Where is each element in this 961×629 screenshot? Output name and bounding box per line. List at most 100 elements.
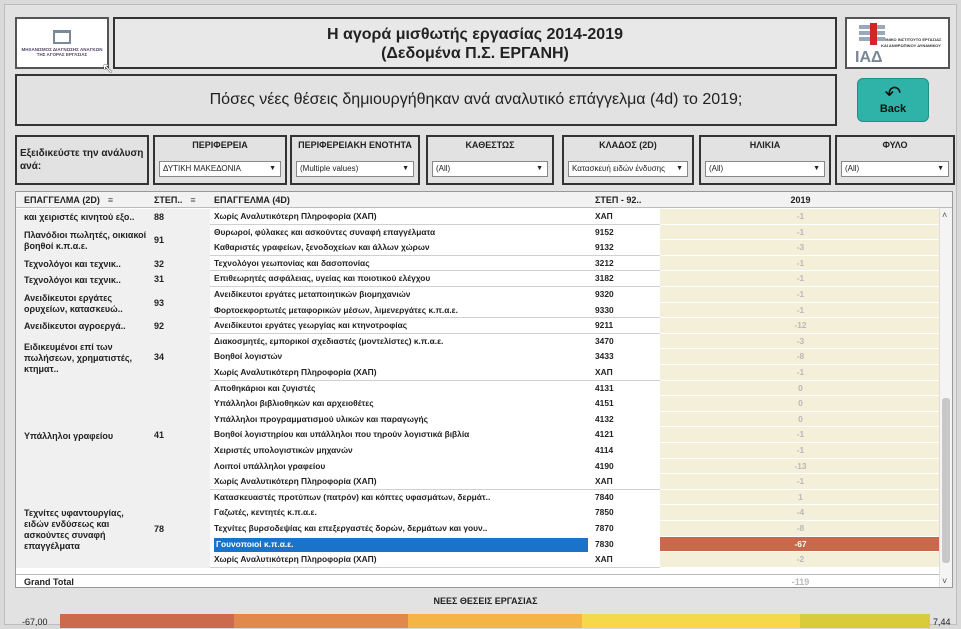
occupation-4d-cell[interactable]: Διακοσμητές, εμπορικοί σχεδιαστές (μοντε… <box>214 336 588 346</box>
filter-region-select[interactable]: ΔΥΤΙΚΗ ΜΑΚΕΔΟΝΙΑ ▼ <box>159 161 281 177</box>
occupation-4d-cell[interactable]: Αποθηκάριοι και ζυγιστές <box>214 383 588 393</box>
occupation-4d-cell[interactable]: Ανειδίκευτοι εργάτες μεταποιητικών βιομη… <box>214 289 588 299</box>
table-row[interactable]: Υπάλληλοι προγραμματισμού υλικών και παρ… <box>210 411 941 428</box>
value-2019-cell[interactable]: -1 <box>660 255 941 272</box>
occupation-2d-cell[interactable]: Υπάλληλοι γραφείου <box>16 380 152 490</box>
value-2019-cell[interactable]: -1 <box>660 442 941 459</box>
dashboard-frame: ΜΗΧΑΝΙΣΜΟΣ ΔΙΑΓΝΩΣΗΣ ΑΝΑΓΚΩΝ ΤΗΣ ΑΓΟΡΑΣ … <box>4 4 957 628</box>
value-2019-cell[interactable]: -8 <box>660 349 941 365</box>
table-row[interactable]: Χωρίς Αναλυτικότερη Πληροφορία (ΧΑΠ) ΧΑΠ -… <box>210 209 941 225</box>
table-row[interactable]: Χωρίς Αναλυτικότερη Πληροφορία (ΧΑΠ) ΧΑΠ -… <box>210 364 941 381</box>
occupation-4d-cell[interactable]: Τεχνολόγοι γεωπονίας και δασοπονίας <box>214 258 588 268</box>
table-row[interactable]: Διακοσμητές, εμπορικοί σχεδιαστές (μοντε… <box>210 333 941 350</box>
occupation-4d-cell[interactable]: Υπάλληλοι βιβλιοθηκών και αρχειοθέτες <box>214 398 588 408</box>
filter-age-select[interactable]: (All) ▼ <box>705 161 825 177</box>
filter-regional-unit-select[interactable]: (Multiple values) ▼ <box>296 161 414 177</box>
occupation-4d-cell[interactable]: Θυρωροί, φύλακες και ασκούντες συναφή επ… <box>214 227 588 237</box>
col-header-step[interactable]: ΣΤΕΠ.. ≡ <box>154 195 196 205</box>
value-2019-cell[interactable]: -8 <box>660 520 941 537</box>
value-2019-cell[interactable]: -2 <box>660 552 941 568</box>
value-2019-cell[interactable]: -13 <box>660 458 941 475</box>
table-row[interactable]: Βοηθοί λογιστηρίου και υπάλληλοι που τηρ… <box>210 427 941 443</box>
title-line-1: Η αγορά μισθωτής εργασίας 2014-2019 <box>327 26 623 43</box>
table-row[interactable]: Βοηθοί λογιστών 3433 -8 <box>210 349 941 365</box>
occupation-2d-cell[interactable]: Τεχνολόγοι και τεχνικ.. <box>16 271 152 287</box>
value-2019-cell[interactable]: -1 <box>660 364 941 381</box>
occupation-4d-cell[interactable]: Χωρίς Αναλυτικότερη Πληροφορία (ΧΑΠ) <box>214 211 588 221</box>
value-2019-cell[interactable]: -1 <box>660 271 941 287</box>
value-2019-cell[interactable]: -1 <box>660 427 941 443</box>
occupation-4d-cell[interactable]: Φορτοεκφορτωτές μεταφορικών μέσων, λιμεν… <box>214 305 588 315</box>
occupation-2d-cell[interactable]: Τεχνίτες υφαντουργίας, ειδών ενδύσεως κα… <box>16 489 152 568</box>
value-2019-cell[interactable]: -1 <box>660 286 941 303</box>
occupation-2d-cell[interactable]: Τεχνολόγοι και τεχνικ.. <box>16 255 152 272</box>
table-row[interactable]: Φορτοεκφορτωτές μεταφορικών μέσων, λιμεν… <box>210 302 941 319</box>
value-2019-cell[interactable]: -12 <box>660 318 941 334</box>
value-2019-cell[interactable]: -1 <box>660 474 941 490</box>
table-row[interactable]: Τεχνολόγοι γεωπονίας και δασοπονίας 3212 -… <box>210 255 941 272</box>
occupation-4d-cell[interactable]: Λοιποί υπάλληλοι γραφείου <box>214 461 588 471</box>
occupation-4d-cell[interactable]: Χωρίς Αναλυτικότερη Πληροφορία (ΧΑΠ) <box>214 476 588 486</box>
mouse-cursor-icon: ↖ <box>102 60 114 76</box>
occupation-2d-cell[interactable]: Ανειδίκευτοι εργάτες ορυχείων, κατασκευώ… <box>16 286 152 319</box>
table-row[interactable]: Κατασκευαστές προτύπων (πατρόν) και κόπτ… <box>210 489 941 506</box>
table-row[interactable]: Υπάλληλοι βιβλιοθηκών και αρχειοθέτες 415… <box>210 396 941 412</box>
back-button[interactable]: ↶ Back <box>857 78 929 122</box>
occupation-4d-cell[interactable]: Βοηθοί λογιστηρίου και υπάλληλοι που τηρ… <box>214 429 588 439</box>
occupation-4d-cell[interactable]: Υπάλληλοι προγραμματισμού υλικών και παρ… <box>214 414 588 424</box>
table-row[interactable]: Γαζωτές, κεντητές κ.π.α.ε. 7850 -4 <box>210 505 941 521</box>
table-scrollbar[interactable]: ˄ ˅ <box>939 208 952 587</box>
occupation-4d-cell[interactable]: Χειριστές υπολογιστικών μηχανών <box>214 445 588 455</box>
table-row[interactable]: Λοιποί υπάλληλοι γραφείου 4190 -13 <box>210 458 941 475</box>
col-header-occ2d[interactable]: ΕΠΑΓΓΕΛΜΑ (2D) ≡ <box>24 195 113 205</box>
filter-sector-select[interactable]: Κατασκευή ειδών ένδυσης ▼ <box>568 161 688 177</box>
title-line-2: (Δεδομένα Π.Σ. ΕΡΓΑΝΗ) <box>381 45 569 62</box>
value-2019-cell[interactable]: -1 <box>660 302 941 319</box>
occupation-2d-cell[interactable]: Ειδικευμένοι επί των πωλήσεων, χρηματιστ… <box>16 333 152 381</box>
col-header-step92[interactable]: ΣΤΕΠ - 92.. <box>595 195 641 205</box>
value-2019-cell[interactable]: -1 <box>660 209 941 225</box>
occupation-2d-cell[interactable]: Ανειδίκευτοι αγροεργά.. <box>16 318 152 334</box>
table-row[interactable]: Χωρίς Αναλυτικότερη Πληροφορία (ΧΑΠ) ΧΑΠ -… <box>210 474 941 490</box>
occupation-4d-cell[interactable]: Καθαριστές γραφείων, ξενοδοχείων και άλλ… <box>214 242 588 252</box>
value-2019-cell[interactable]: -3 <box>660 333 941 350</box>
table-row[interactable]: Ανειδίκευτοι εργάτες μεταποιητικών βιομη… <box>210 286 941 303</box>
occupation-2d-cell[interactable]: και χειριστές κινητού εξο.. <box>16 209 152 225</box>
scrollbar-thumb[interactable] <box>942 398 950 563</box>
occupation-4d-cell[interactable]: Χωρίς Αναλυτικότερη Πληροφορία (ΧΑΠ) <box>214 367 588 377</box>
table-row[interactable]: Αποθηκάριοι και ζυγιστές 4131 0 <box>210 380 941 397</box>
step-code-cell: 92 <box>152 318 210 334</box>
value-2019-cell[interactable]: -67 <box>660 536 941 553</box>
table-row[interactable]: Ανειδίκευτοι εργάτες γεωργίας και κτηνοτ… <box>210 318 941 334</box>
occupation-4d-cell[interactable]: Χωρίς Αναλυτικότερη Πληροφορία (ΧΑΠ) <box>214 554 588 564</box>
filter-region-label: ΠΕΡΙΦΕΡΕΙΑ <box>192 140 248 150</box>
table-row[interactable]: Επιθεωρητές ασφάλειας, υγείας και ποιοτι… <box>210 271 941 287</box>
value-2019-cell[interactable]: -4 <box>660 505 941 521</box>
value-2019-cell[interactable]: -1 <box>660 224 941 241</box>
occupation-4d-cell[interactable]: Ανειδίκευτοι εργάτες γεωργίας και κτηνοτ… <box>214 320 588 330</box>
occupation-4d-cell[interactable]: Επιθεωρητές ασφάλειας, υγείας και ποιοτι… <box>214 273 588 283</box>
value-2019-cell[interactable]: 1 <box>660 489 941 506</box>
value-2019-cell[interactable]: 0 <box>660 411 941 428</box>
occupation-4d-cell[interactable]: Βοηθοί λογιστών <box>214 351 588 361</box>
value-2019-cell[interactable]: 0 <box>660 380 941 397</box>
table-row[interactable]: Τεχνίτες βυρσοδεψίας και επεξεργαστές δο… <box>210 520 941 537</box>
scroll-up-icon[interactable]: ˄ <box>942 210 947 220</box>
filter-gender-select[interactable]: (All) ▼ <box>841 161 949 177</box>
table-row[interactable]: Θυρωροί, φύλακες και ασκούντες συναφή επ… <box>210 224 941 241</box>
table-row[interactable]: Γουνοποιοί κ.π.α.ε. 7830 -67 <box>210 536 941 553</box>
value-2019-cell[interactable]: 0 <box>660 396 941 412</box>
filter-status-select[interactable]: (All) ▼ <box>432 161 548 177</box>
occupation-4d-cell[interactable]: Κατασκευαστές προτύπων (πατρόν) και κόπτ… <box>214 492 588 502</box>
occupation-4d-cell[interactable]: Γουνοποιοί κ.π.α.ε. <box>214 537 588 552</box>
col-header-year[interactable]: 2019 <box>660 195 941 205</box>
col-header-occ4d[interactable]: ΕΠΑΓΓΕΛΜΑ (4D) <box>214 195 290 205</box>
occupation-4d-cell[interactable]: Τεχνίτες βυρσοδεψίας και επεξεργαστές δο… <box>214 523 588 533</box>
occupation-2d-cell[interactable]: Πλανόδιοι πωλητές, οικιακοί βοηθοί κ.π.α… <box>16 224 152 256</box>
occupation-4d-cell[interactable]: Γαζωτές, κεντητές κ.π.α.ε. <box>214 507 588 517</box>
table-row[interactable]: Χωρίς Αναλυτικότερη Πληροφορία (ΧΑΠ) ΧΑΠ -… <box>210 552 941 568</box>
value-2019-cell[interactable]: -3 <box>660 240 941 256</box>
scroll-down-icon[interactable]: ˅ <box>942 576 947 586</box>
table-row[interactable]: Χειριστές υπολογιστικών μηχανών 4114 -1 <box>210 442 941 459</box>
table-row[interactable]: Καθαριστές γραφείων, ξενοδοχείων και άλλ… <box>210 240 941 256</box>
